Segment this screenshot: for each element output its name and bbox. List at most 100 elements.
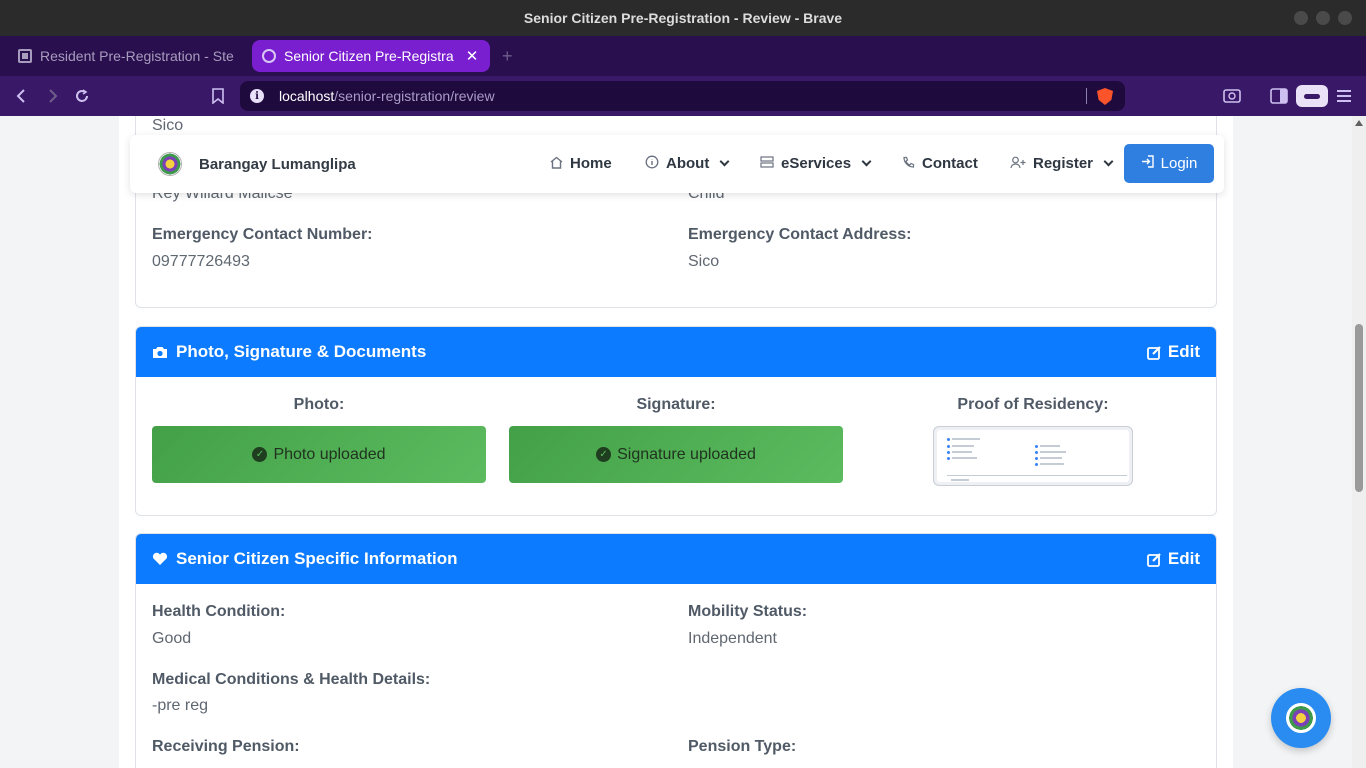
chevron-down-icon: [1103, 156, 1114, 167]
tab-strip: Resident Pre-Registration - Ste Senior C…: [0, 36, 1366, 76]
globe-icon: [262, 49, 276, 63]
pension-type-label: Pension Type:: [688, 738, 797, 755]
edit-icon: [1146, 345, 1161, 360]
health-condition-value: Good: [152, 630, 192, 647]
site-info-icon[interactable]: i: [250, 89, 264, 103]
address-bar[interactable]: i localhost/senior-registration/review: [240, 81, 1125, 111]
photo-section-title: Photo, Signature & Documents: [176, 342, 427, 361]
signature-label: Signature:: [636, 396, 716, 413]
sidebar-toggle-icon[interactable]: [1267, 84, 1291, 108]
camera-icon: [152, 345, 168, 359]
health-condition-label: Health Condition:: [152, 603, 286, 620]
senior-section-title: Senior Citizen Specific Information: [176, 549, 458, 568]
emergency-address-label: Emergency Contact Address:: [688, 226, 912, 243]
proof-of-residency-label: Proof of Residency:: [957, 396, 1109, 413]
medical-conditions-label: Medical Conditions & Health Details:: [152, 671, 431, 688]
tab-label: Senior Citizen Pre-Registra: [284, 48, 454, 64]
menu-icon[interactable]: [1332, 84, 1356, 108]
emergency-number-value: 09777726493: [152, 253, 250, 270]
edit-icon: [1146, 552, 1161, 567]
signature-status: Signature uploaded: [617, 445, 756, 463]
site-navbar: Barangay Lumanglipa Home About eServices…: [130, 135, 1224, 193]
nav-contact-label: Contact: [922, 155, 978, 172]
page-viewport: Sico Rey Willard Malicse Child Emergency…: [0, 116, 1366, 768]
nav-register-label: Register: [1033, 155, 1094, 172]
medical-conditions-value: -pre reg: [152, 697, 209, 714]
check-circle-icon: ✓: [252, 447, 268, 462]
home-icon: [550, 156, 563, 172]
proof-of-residency-thumbnail[interactable]: [933, 426, 1133, 486]
photo-signature-documents-card: Photo, Signature & Documents Edit Photo:…: [135, 326, 1217, 516]
screenshot-icon[interactable]: [1220, 84, 1244, 108]
reader-mode-icon[interactable]: [1296, 85, 1328, 107]
brand[interactable]: Barangay Lumanglipa: [158, 152, 356, 176]
barangay-logo: [158, 152, 182, 176]
senior-section-header: Senior Citizen Specific Information Edit: [136, 534, 1216, 584]
brand-name: Barangay Lumanglipa: [199, 155, 356, 173]
check-circle-icon: ✓: [596, 447, 612, 462]
server-icon: [760, 156, 774, 171]
edit-senior-section-button[interactable]: Edit: [1146, 549, 1200, 569]
nav-home-label: Home: [570, 155, 612, 172]
url-path: /senior-registration/review: [334, 88, 495, 104]
page-scrollbar[interactable]: [1352, 116, 1366, 768]
back-icon[interactable]: [10, 84, 34, 108]
document-preview-image: [937, 430, 1129, 482]
phone-icon: [902, 156, 915, 172]
maximize-button[interactable]: [1316, 11, 1330, 25]
address-bar-divider: [1086, 88, 1087, 104]
edit-label: Edit: [1167, 549, 1200, 568]
barangay-logo-icon: [1286, 703, 1316, 733]
brave-shields-icon[interactable]: [1097, 88, 1113, 105]
reload-icon[interactable]: [70, 84, 94, 108]
floating-help-button[interactable]: [1271, 688, 1331, 748]
mobility-status-label: Mobility Status:: [688, 603, 808, 620]
user-plus-icon: [1010, 156, 1026, 172]
senior-citizen-info-card: Senior Citizen Specific Information Edit…: [135, 533, 1217, 768]
window-controls: [1294, 11, 1352, 25]
previous-field-value: Sico: [152, 117, 184, 134]
nav-contact[interactable]: Contact: [902, 155, 978, 172]
emergency-number-label: Emergency Contact Number:: [152, 226, 373, 243]
tab-favicon-icon: [18, 49, 32, 63]
login-label: Login: [1160, 155, 1198, 172]
nav-about[interactable]: About: [645, 155, 730, 172]
chevron-down-icon: [719, 156, 730, 167]
minimize-button[interactable]: [1294, 11, 1308, 25]
browser-toolbar: i localhost/senior-registration/review: [0, 76, 1366, 116]
photo-uploaded-badge: ✓ Photo uploaded: [152, 426, 486, 483]
window-title: Senior Citizen Pre-Registration - Review…: [523, 10, 843, 26]
nav-register[interactable]: Register: [1010, 155, 1114, 172]
receiving-pension-label: Receiving Pension:: [152, 738, 300, 755]
info-circle-icon: [645, 155, 659, 172]
mobility-status-value: Independent: [688, 630, 777, 647]
chevron-down-icon: [861, 156, 872, 167]
photo-section-header: Photo, Signature & Documents Edit: [136, 327, 1216, 377]
nav-eservices-label: eServices: [781, 155, 852, 172]
emergency-address-value: Sico: [688, 253, 720, 270]
tab-senior-preregistration[interactable]: Senior Citizen Pre-Registra ✕: [252, 40, 490, 72]
photo-label: Photo:: [293, 396, 345, 413]
window-titlebar: Senior Citizen Pre-Registration - Review…: [0, 0, 1366, 36]
nav-home[interactable]: Home: [550, 155, 612, 172]
login-button[interactable]: Login: [1124, 144, 1214, 183]
forward-icon[interactable]: [40, 84, 64, 108]
nav-eservices[interactable]: eServices: [760, 155, 872, 172]
scrollbar-thumb[interactable]: [1355, 324, 1363, 492]
url-host: localhost: [279, 88, 335, 104]
page-content: Sico Rey Willard Malicse Child Emergency…: [119, 116, 1233, 768]
photo-status: Photo uploaded: [273, 445, 386, 463]
login-icon: [1141, 155, 1154, 172]
edit-label: Edit: [1167, 342, 1200, 361]
heart-icon: [152, 552, 168, 566]
close-window-button[interactable]: [1338, 11, 1352, 25]
tab-resident-preregistration[interactable]: Resident Pre-Registration - Ste: [8, 40, 244, 72]
signature-uploaded-badge: ✓ Signature uploaded: [509, 426, 843, 483]
scroll-up-icon[interactable]: [1355, 120, 1363, 126]
nav-about-label: About: [666, 155, 710, 172]
bookmark-icon[interactable]: [206, 84, 230, 108]
tab-label: Resident Pre-Registration - Ste: [40, 48, 234, 64]
new-tab-icon[interactable]: +: [502, 46, 513, 67]
edit-photo-section-button[interactable]: Edit: [1146, 342, 1200, 362]
close-tab-icon[interactable]: ✕: [464, 47, 480, 65]
